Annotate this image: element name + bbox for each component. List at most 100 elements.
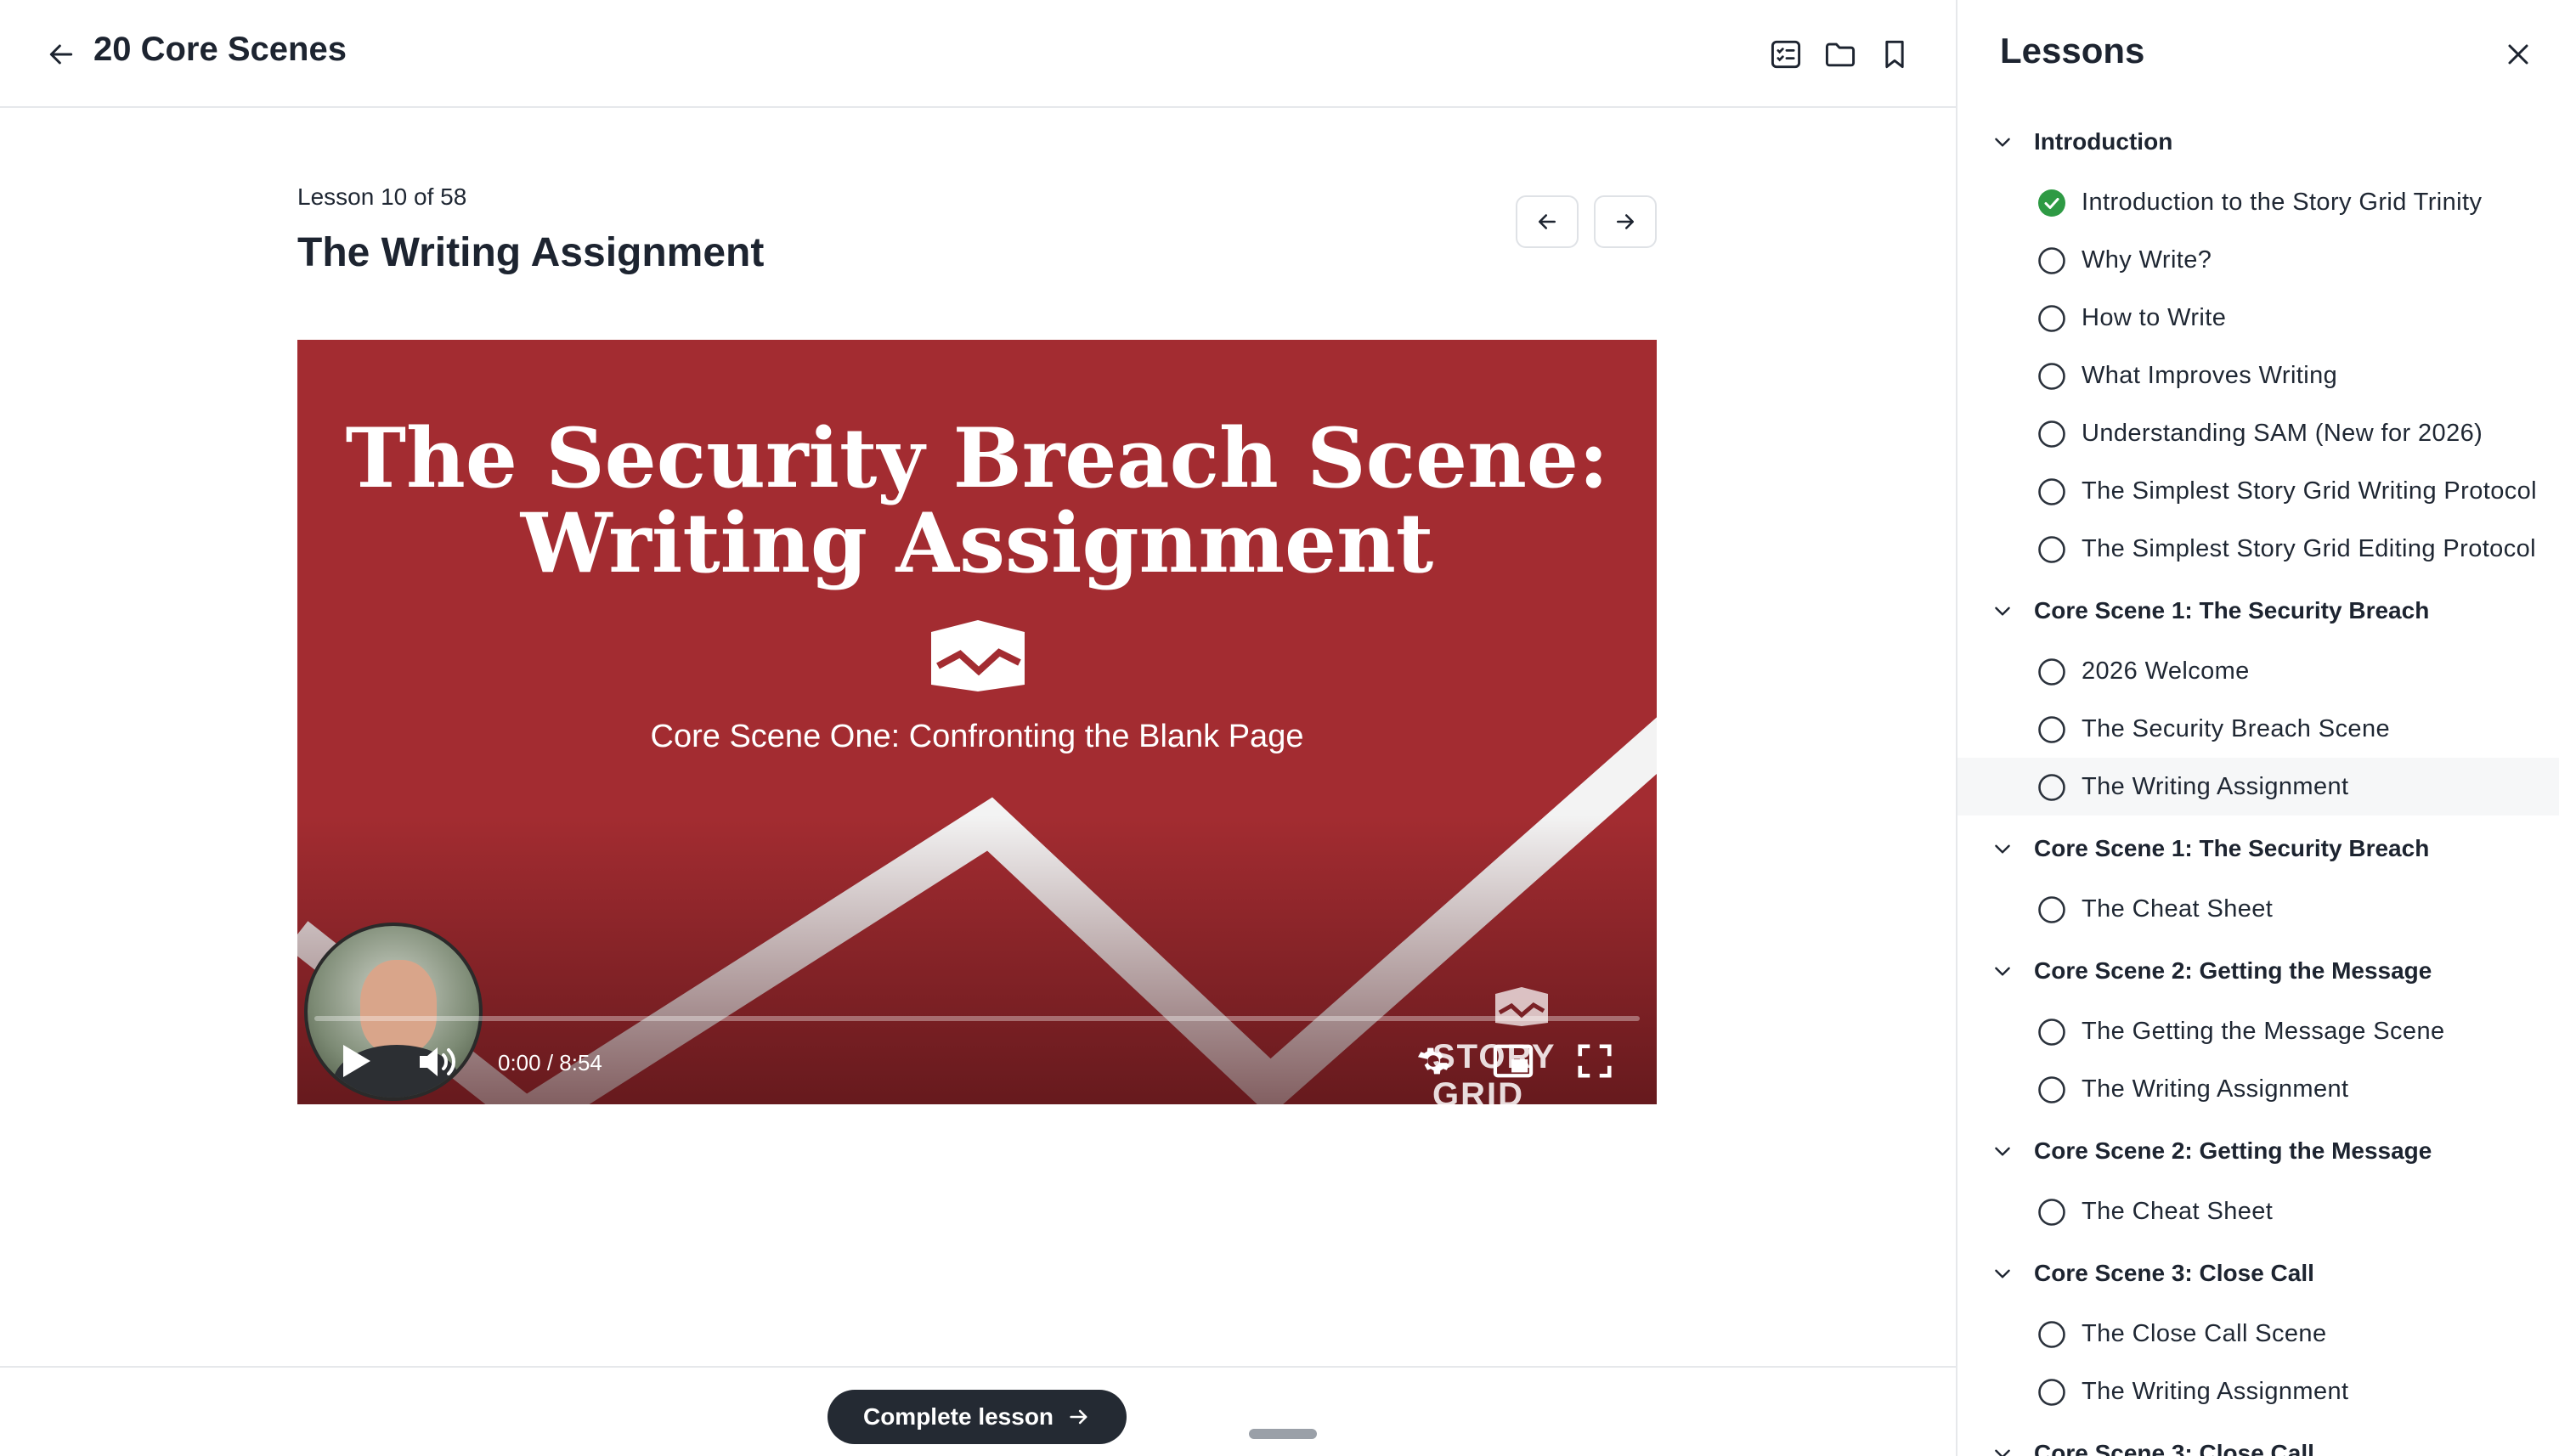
lesson-item[interactable]: How to Write [1957,289,2559,347]
video-heading-line2: Writing Assignment [520,495,1434,591]
lesson-label: The Cheat Sheet [2082,1198,2274,1225]
top-bar: 20 Core Scenes [0,0,1956,108]
previous-lesson-button[interactable] [1516,195,1579,248]
video-heading-line1: The Security Breach Scene: [345,410,1609,506]
empty-circle-icon [2037,246,2066,275]
empty-circle-icon [2037,773,2066,802]
chevron-down-icon [1991,1140,2014,1162]
next-lesson-button[interactable] [1594,195,1657,248]
lesson-item[interactable]: The Simplest Story Grid Writing Protocol [1957,462,2559,520]
chevron-down-icon [1991,960,2014,982]
chevron-down-icon [1991,600,2014,622]
chevron-down-icon [1991,1442,2014,1456]
video-player[interactable]: The Security Breach Scene: Writing Assig… [297,340,1657,1104]
play-icon[interactable] [338,1043,374,1079]
lesson-main: 20 Core Scenes Lesson 10 of 58 The Writi… [0,0,1956,1456]
lesson-label: Why Write? [2082,246,2212,274]
settings-gear-icon[interactable] [1412,1041,1455,1081]
section-header[interactable]: Core Scene 2: Getting the Message [1957,1121,2559,1179]
empty-circle-icon [2037,362,2066,391]
bookmark-icon[interactable] [1876,36,1913,73]
arrow-right-icon [1070,1409,1087,1425]
lesson-label: Understanding SAM (New for 2026) [2082,420,2483,447]
empty-circle-icon [2037,420,2066,449]
empty-circle-icon [2037,1198,2066,1227]
lesson-label: The Security Breach Scene [2082,715,2391,742]
picture-in-picture-icon[interactable] [1492,1041,1534,1081]
lesson-label: The Close Call Scene [2082,1320,2327,1347]
section-label: Core Scene 2: Getting the Message [2034,1137,2432,1164]
complete-lesson-label: Complete lesson [862,1403,1054,1430]
drag-handle[interactable] [1249,1429,1317,1439]
fullscreen-icon[interactable] [1573,1041,1616,1081]
page-title: The Writing Assignment [297,230,765,275]
lesson-counter: Lesson 10 of 58 [297,183,467,210]
watermark-text: STORY GRID [1432,1038,1556,1104]
section-header[interactable]: Introduction [1957,112,2559,170]
empty-circle-icon [2037,895,2066,924]
section-label: Core Scene 2: Getting the Message [2034,957,2432,984]
volume-icon[interactable] [418,1045,460,1079]
section-label: Core Scene 1: The Security Breach [2034,835,2430,861]
lesson-item[interactable]: Introduction to the Story Grid Trinity [1957,173,2559,231]
lesson-label: The Writing Assignment [2082,1075,2349,1103]
empty-circle-icon [2037,1320,2066,1349]
lesson-item[interactable]: The Getting the Message Scene [1957,1002,2559,1060]
lesson-label: The Cheat Sheet [2082,895,2274,923]
empty-circle-icon [2037,715,2066,744]
lessons-sidebar: Lessons Introduction Introduction to the … [1956,0,2559,1456]
lesson-label: 2026 Welcome [2082,657,2250,685]
empty-circle-icon [2037,657,2066,686]
video-subtitle: Core Scene One: Confronting the Blank Pa… [650,719,1304,754]
complete-lesson-button[interactable]: Complete lesson [828,1390,1127,1444]
arrow-left-icon [1539,214,1556,229]
lesson-item[interactable]: The Close Call Scene [1957,1305,2559,1363]
section-header[interactable]: Core Scene 3: Close Call [1957,1244,2559,1301]
lesson-item[interactable]: The Cheat Sheet [1957,1182,2559,1240]
section-label: Core Scene 1: The Security Breach [2034,597,2430,624]
lesson-label: How to Write [2082,304,2227,331]
section-header[interactable]: Core Scene 1: The Security Breach [1957,581,2559,639]
section-header[interactable]: Core Scene 1: The Security Breach [1957,819,2559,877]
lesson-item[interactable]: The Simplest Story Grid Editing Protocol [1957,520,2559,578]
lesson-label: The Simplest Story Grid Editing Protocol [2082,535,2536,562]
chevron-down-icon [1991,1262,2014,1284]
empty-circle-icon [2037,1378,2066,1407]
arrow-right-icon [1617,214,1634,229]
lesson-label: The Getting the Message Scene [2082,1018,2445,1045]
lesson-item[interactable]: The Writing Assignment [1957,1060,2559,1118]
watermark-logo-icon [1495,987,1548,1026]
empty-circle-icon [2037,477,2066,506]
lesson-label: The Writing Assignment [2082,773,2349,800]
lesson-label: The Simplest Story Grid Writing Protocol [2082,477,2538,505]
lesson-item[interactable]: Why Write? [1957,231,2559,289]
lesson-item[interactable]: The Cheat Sheet [1957,880,2559,938]
lesson-item[interactable]: The Security Breach Scene [1957,700,2559,758]
section-header[interactable]: Core Scene 3: Close Call [1957,1424,2559,1456]
lesson-label: The Writing Assignment [2082,1378,2349,1405]
check-circle-icon [2037,189,2066,217]
list-icon[interactable] [1767,36,1805,73]
section-label: Introduction [2034,128,2173,155]
chevron-down-icon [1991,131,2014,153]
sidebar-title: Lessons [2000,31,2145,71]
video-time: 0:00 / 8:54 [498,1050,602,1075]
lesson-label: Introduction to the Story Grid Trinity [2082,189,2483,216]
lesson-item[interactable]: 2026 Welcome [1957,642,2559,700]
empty-circle-icon [2037,1075,2066,1104]
empty-circle-icon [2037,304,2066,333]
video-progress-bar[interactable] [314,1016,1640,1021]
section-header[interactable]: Core Scene 2: Getting the Message [1957,941,2559,999]
lesson-item[interactable]: The Writing Assignment [1957,1363,2559,1420]
sidebar-header: Lessons [1957,0,2559,108]
video-heading: The Security Breach Scene: Writing Assig… [297,416,1657,586]
course-title: 20 Core Scenes [93,31,347,68]
folder-icon[interactable] [1822,36,1859,73]
close-icon[interactable] [2501,37,2535,71]
back-arrow-icon[interactable] [44,37,78,71]
section-label: Core Scene 3: Close Call [2034,1260,2314,1286]
lesson-item-active[interactable]: The Writing Assignment [1957,758,2559,815]
lesson-item[interactable]: What Improves Writing [1957,347,2559,404]
lesson-item[interactable]: Understanding SAM (New for 2026) [1957,404,2559,462]
empty-circle-icon [2037,535,2066,564]
